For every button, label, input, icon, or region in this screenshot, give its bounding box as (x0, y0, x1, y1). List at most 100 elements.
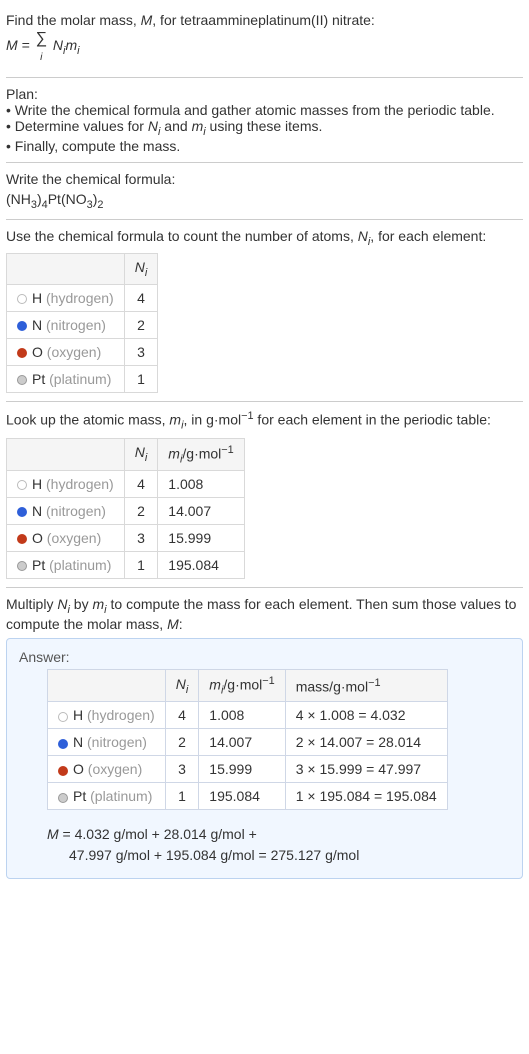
m-cell: 195.084 (199, 783, 285, 810)
element-name: (platinum) (49, 557, 111, 573)
element-cell: O (oxygen) (7, 525, 125, 552)
col-n: Ni (165, 669, 199, 701)
chemical-formula-section: Write the chemical formula: (NH3)4Pt(NO3… (6, 163, 523, 220)
col-m: mi/g·mol−1 (199, 669, 285, 701)
section-text: Multiply Ni by mi to compute the mass fo… (6, 596, 523, 632)
sigma-icon: ∑i (36, 30, 47, 63)
sigma: ∑ (36, 30, 47, 47)
intro-section: Find the molar mass, M, for tetraamminep… (6, 4, 523, 78)
col-element (48, 669, 166, 701)
answer-content: Ni mi/g·mol−1 mass/g·mol−1 H (hydrogen)4… (19, 669, 510, 866)
result-line2: 47.997 g/mol + 195.084 g/mol = 275.127 g… (47, 845, 510, 866)
subscript-i: i (145, 267, 147, 279)
element-name: (oxygen) (47, 530, 101, 546)
superscript: −1 (368, 677, 380, 689)
n-cell: 1 (124, 552, 158, 579)
element-cell: O (oxygen) (48, 756, 166, 783)
subscript: 2 (97, 199, 103, 211)
element-name: (platinum) (90, 788, 152, 804)
element-swatch-icon (58, 739, 68, 749)
element-swatch-icon (17, 348, 27, 358)
m-cell: 1.008 (199, 702, 285, 729)
element-swatch-icon (58, 766, 68, 776)
m-cell: 15.999 (199, 756, 285, 783)
molar-mass-formula: M = ∑i Nimi (6, 30, 523, 63)
n-cell: 1 (165, 783, 199, 810)
subscript-i: i (77, 45, 79, 57)
text: Pt(NO (48, 191, 87, 207)
text: = 4.032 g/mol + 28.014 g/mol + (59, 826, 257, 842)
table-row: H (hydrogen)4 (7, 285, 158, 312)
element-name: (platinum) (49, 371, 111, 387)
text: M = (6, 37, 34, 53)
subscript-i: i (186, 684, 188, 696)
n-cell: 3 (165, 756, 199, 783)
n-cell: 3 (124, 525, 158, 552)
text: and (160, 118, 191, 134)
element-cell: Pt (platinum) (48, 783, 166, 810)
n-cell: 4 (124, 285, 158, 312)
n-cell: 2 (165, 729, 199, 756)
element-symbol: N (73, 734, 83, 750)
n-cell: 1 (124, 366, 158, 393)
var-N: N (49, 37, 63, 53)
element-name: (nitrogen) (46, 503, 106, 519)
element-cell: H (hydrogen) (48, 702, 166, 729)
var-m: m (209, 677, 221, 693)
text: , in g·mol (184, 412, 242, 428)
m-cell: 15.999 (158, 525, 244, 552)
element-cell: N (nitrogen) (7, 312, 125, 339)
var-m: m (65, 37, 77, 53)
table-row: N (nitrogen)214.007 (7, 498, 245, 525)
element-symbol: Pt (73, 788, 86, 804)
count-table: Ni H (hydrogen)4 N (nitrogen)2 O (oxygen… (6, 253, 158, 393)
var-N: N (148, 118, 158, 134)
answer-table: Ni mi/g·mol−1 mass/g·mol−1 H (hydrogen)4… (47, 669, 448, 810)
sigma-index: i (40, 51, 42, 63)
element-name: (nitrogen) (87, 734, 147, 750)
element-name: (hydrogen) (87, 707, 155, 723)
table-row: H (hydrogen)41.0084 × 1.008 = 4.032 (48, 702, 448, 729)
text: (NH (6, 191, 31, 207)
mass-cell: 4 × 1.008 = 4.032 (285, 702, 447, 729)
element-name: (nitrogen) (46, 317, 106, 333)
text: /g·mol (223, 677, 262, 693)
text: • Determine values for (6, 118, 148, 134)
n-cell: 3 (124, 339, 158, 366)
table-row: N (nitrogen)2 (7, 312, 158, 339)
table-row: H (hydrogen)41.008 (7, 471, 245, 498)
section-text: Look up the atomic mass, mi, in g·mol−1 … (6, 410, 523, 431)
superscript: −1 (221, 444, 233, 456)
var-M: M (141, 12, 153, 28)
mass-section: Look up the atomic mass, mi, in g·mol−1 … (6, 402, 523, 588)
element-swatch-icon (17, 507, 27, 517)
var-m: m (169, 412, 181, 428)
element-cell: H (hydrogen) (7, 285, 125, 312)
col-n: Ni (124, 254, 158, 285)
element-cell: H (hydrogen) (7, 471, 125, 498)
element-cell: Pt (platinum) (7, 552, 125, 579)
table-row: N (nitrogen)214.0072 × 14.007 = 28.014 (48, 729, 448, 756)
text: , for tetraammineplatinum(II) nitrate: (152, 12, 375, 28)
n-cell: 2 (124, 498, 158, 525)
table-row: Pt (platinum)1 (7, 366, 158, 393)
table-row: O (oxygen)3 (7, 339, 158, 366)
section-title: Write the chemical formula: (6, 171, 523, 187)
element-symbol: Pt (32, 557, 45, 573)
var-N: N (358, 228, 368, 244)
var-m: m (192, 118, 204, 134)
text: Find the molar mass, (6, 12, 141, 28)
element-symbol: O (73, 761, 84, 777)
intro-line: Find the molar mass, M, for tetraamminep… (6, 12, 523, 28)
element-swatch-icon (17, 534, 27, 544)
var-N: N (135, 444, 145, 460)
mass-cell: 1 × 195.084 = 195.084 (285, 783, 447, 810)
text: mass/g·mol (296, 678, 368, 694)
element-name: (hydrogen) (46, 290, 114, 306)
element-symbol: H (32, 290, 42, 306)
plan-bullet: • Determine values for Ni and mi using t… (6, 118, 523, 138)
text: by (70, 596, 93, 612)
text: Look up the atomic mass, (6, 412, 169, 428)
var-N: N (135, 259, 145, 275)
element-cell: Pt (platinum) (7, 366, 125, 393)
